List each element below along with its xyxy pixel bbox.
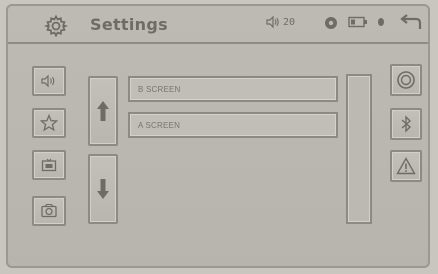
screen-icon xyxy=(41,158,57,172)
arrow-up-icon xyxy=(96,100,110,122)
speaker-icon xyxy=(41,74,57,88)
gear-icon[interactable] xyxy=(36,12,76,40)
list-item[interactable]: B SCREEN xyxy=(128,76,338,102)
bluetooth-icon xyxy=(400,115,412,133)
steering-wheel-button[interactable] xyxy=(390,64,422,96)
favorite-button[interactable] xyxy=(32,108,66,138)
sound-button[interactable] xyxy=(32,66,66,96)
warning-button[interactable] xyxy=(390,150,422,182)
scroll-up-button[interactable] xyxy=(88,76,118,146)
steering-wheel-icon xyxy=(396,70,416,90)
arrow-down-icon xyxy=(96,178,110,200)
record-dot-icon xyxy=(324,16,338,30)
small-dot-icon xyxy=(376,16,386,28)
back-icon[interactable] xyxy=(398,14,424,32)
volume-level: 20 xyxy=(283,16,296,28)
header-bar: Settings 20 xyxy=(8,6,428,44)
bluetooth-button[interactable] xyxy=(390,108,422,140)
screen-list: B SCREEN A SCREEN xyxy=(128,76,338,148)
speaker-icon xyxy=(266,16,280,28)
scroll-down-button[interactable] xyxy=(88,154,118,224)
camera-mode-button[interactable] xyxy=(32,196,66,226)
settings-screen: Settings 20 B SCREEN A SCREEN xyxy=(6,4,430,268)
screen-button[interactable] xyxy=(32,150,66,180)
header-divider xyxy=(8,42,428,44)
list-item-label: A SCREEN xyxy=(138,120,181,130)
scrollbar[interactable] xyxy=(346,74,372,224)
camera-mode-icon xyxy=(40,203,58,219)
page-title: Settings xyxy=(90,15,168,34)
star-icon xyxy=(40,114,58,132)
battery-icon xyxy=(348,16,368,28)
warning-icon xyxy=(396,157,416,175)
list-item[interactable]: A SCREEN xyxy=(128,112,338,138)
volume-status: 20 xyxy=(266,16,295,28)
list-item-label: B SCREEN xyxy=(138,84,181,94)
